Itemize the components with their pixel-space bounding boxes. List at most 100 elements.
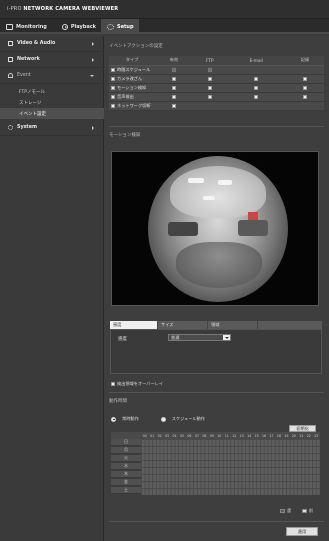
chevron-down-icon	[90, 75, 94, 77]
checkbox[interactable]	[111, 76, 115, 81]
checkbox[interactable]	[111, 382, 115, 386]
sidebar-sub-storage[interactable]: ストレージ	[0, 97, 104, 108]
tab-region[interactable]: 領域	[208, 321, 258, 329]
hour-label: 12	[232, 433, 237, 438]
sidebar-item-video-audio[interactable]: Video & Audio	[0, 36, 104, 52]
table-row: ネットワーク切断	[109, 101, 324, 111]
overlay-option[interactable]: 検出領域をオーバーレイ	[111, 381, 163, 387]
sensitivity-value: 普通	[171, 335, 180, 340]
col-email: E-mail	[226, 56, 286, 66]
legend-swatch	[280, 509, 285, 513]
checkbox[interactable]	[207, 68, 212, 72]
sidebar: Video & Audio Network Event FTPノモール ストレー…	[0, 36, 104, 541]
sidebar-item-event[interactable]: Event	[0, 68, 104, 84]
checkbox[interactable]	[171, 68, 176, 72]
day-label: 日	[111, 439, 141, 446]
checkbox[interactable]	[111, 103, 115, 108]
sidebar-item-label: Event	[17, 73, 31, 78]
sidebar-item-label: Video & Audio	[17, 41, 56, 46]
col-type: タイプ	[109, 56, 155, 66]
brand: i-PRO NETWORK CAMERA WEBVIEWER	[7, 6, 118, 12]
checkbox[interactable]	[254, 86, 259, 90]
hour-label: 06	[187, 433, 192, 438]
row-label: 音声検出	[117, 93, 134, 99]
radio-always[interactable]	[111, 416, 116, 422]
checkbox[interactable]	[171, 104, 176, 108]
main-nav: Monitoring Playback Setup	[0, 19, 329, 34]
ceiling	[170, 166, 266, 218]
checkbox[interactable]	[207, 86, 212, 90]
day-label: 月	[111, 447, 141, 454]
hour-label: 01	[150, 433, 155, 438]
cell	[286, 92, 324, 102]
checkbox[interactable]	[254, 95, 259, 99]
hour-label: 00	[142, 433, 147, 438]
divider	[109, 392, 324, 393]
sidebar-item-network[interactable]: Network	[0, 52, 104, 68]
checkbox[interactable]	[207, 95, 212, 99]
table-row: 時間スケジュール	[109, 65, 324, 75]
sidebar-item-label: System	[17, 125, 37, 130]
camera-preview[interactable]	[111, 151, 319, 306]
checkbox[interactable]	[207, 77, 212, 81]
table-header: タイプ 有効 FTP E-mail 記録	[109, 56, 324, 66]
hour-label: 16	[262, 433, 267, 438]
hour-label: 23	[314, 433, 319, 438]
checkbox[interactable]	[303, 77, 307, 81]
title-bar: i-PRO NETWORK CAMERA WEBVIEWER	[0, 0, 329, 19]
day-label: 土	[111, 487, 141, 494]
floor	[176, 242, 262, 288]
hour-label: 02	[157, 433, 162, 438]
table-row: 音声検出	[109, 92, 324, 102]
cell	[155, 92, 193, 102]
chevron-down-icon	[223, 335, 230, 340]
cell	[155, 83, 193, 93]
checkbox[interactable]	[171, 86, 176, 90]
sidebar-item-system[interactable]: System	[0, 120, 104, 136]
chevron-right-icon	[92, 126, 94, 130]
tab-sensitivity[interactable]: 感度	[110, 321, 158, 329]
hour-label: 15	[254, 433, 259, 438]
radio-scheduled[interactable]	[160, 416, 166, 422]
tab-monitoring[interactable]: Monitoring	[0, 19, 56, 34]
divider	[109, 521, 324, 522]
monitor-icon	[6, 23, 13, 30]
checkbox[interactable]	[111, 94, 115, 99]
row-label-cell: 音声検出	[109, 92, 155, 102]
sidebar-sub-event-setup[interactable]: イベント設定	[0, 108, 104, 119]
sensitivity-panel: 感度 普通	[110, 329, 322, 374]
tab-setup[interactable]: Setup	[101, 19, 139, 34]
row-label-cell: 時間スケジュール	[109, 65, 155, 75]
fisheye-image	[148, 156, 288, 302]
hour-label: 03	[165, 433, 170, 438]
tab-setup-label: Setup	[117, 23, 134, 30]
schedule-cells[interactable]	[141, 439, 320, 495]
tab-playback-label: Playback	[70, 23, 96, 30]
sidebar-sub-ftp[interactable]: FTPノモール	[0, 86, 104, 97]
tab-playback[interactable]: Playback	[56, 19, 96, 34]
cell	[286, 101, 324, 111]
checkbox[interactable]	[171, 77, 176, 81]
checkbox[interactable]	[111, 67, 115, 72]
overlay-label: 検出領域をオーバーレイ	[117, 381, 164, 386]
checkbox[interactable]	[254, 77, 259, 81]
day-label: 金	[111, 479, 141, 486]
apply-button[interactable]: 適用	[286, 527, 318, 536]
office-desk	[238, 220, 268, 236]
row-label-cell: モーション検知	[109, 83, 155, 93]
brand-title: NETWORK CAMERA WEBVIEWER	[23, 6, 119, 12]
col-ftp: FTP	[192, 56, 227, 66]
checkbox[interactable]	[303, 86, 307, 90]
reset-button[interactable]: 初期化	[289, 425, 316, 432]
legend-label: 削	[309, 508, 313, 513]
checkbox[interactable]	[111, 85, 115, 90]
checkbox[interactable]	[171, 95, 176, 99]
hour-label: 22	[306, 433, 311, 438]
row-label: モーション検知	[117, 84, 147, 90]
schedule-title: 動作時間	[109, 399, 127, 404]
hour-label: 10	[217, 433, 222, 438]
sensitivity-select[interactable]: 普通	[168, 334, 231, 341]
checkbox[interactable]	[303, 95, 307, 99]
main-panel: イベントアクションの設定 タイプ 有効 FTP E-mail 記録 時間スケジュ…	[104, 36, 329, 541]
tab-size[interactable]: サイズ	[158, 321, 208, 329]
